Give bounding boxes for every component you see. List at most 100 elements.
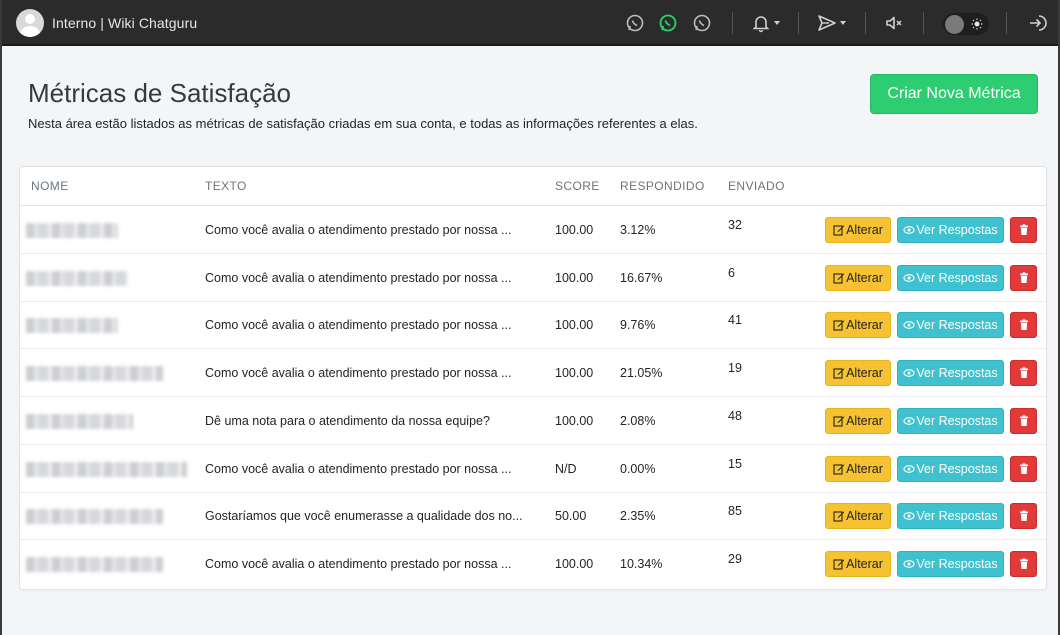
metric-name-redacted [26, 461, 187, 477]
edit-button[interactable]: Alterar [825, 264, 891, 291]
sun-icon [971, 18, 983, 30]
view-responses-button[interactable]: Ver Respostas [897, 455, 1004, 482]
delete-button[interactable] [1010, 217, 1037, 243]
edit-button[interactable]: Alterar [825, 312, 891, 339]
table-row: Dê uma nota para o atendimento da nossa … [20, 397, 1046, 445]
metrics-table: NOME TEXTO SCORE RESPONDIDO ENVIADO Como… [19, 166, 1047, 590]
whatsapp-icon[interactable] [625, 13, 645, 33]
metric-sent: 41 [728, 313, 742, 328]
edit-button-label: Alterar [846, 270, 883, 285]
metric-score: N/D [555, 461, 577, 476]
eye-icon [903, 369, 915, 377]
column-header-respondido[interactable]: RESPONDIDO [620, 179, 705, 193]
view-responses-button[interactable]: Ver Respostas [897, 503, 1004, 530]
eye-icon [903, 321, 915, 330]
metric-name-redacted [26, 509, 163, 525]
view-responses-label: Ver Respostas [916, 509, 998, 524]
column-header-texto[interactable]: TEXTO [205, 179, 247, 193]
delete-button[interactable] [1010, 550, 1037, 577]
metric-responded: 2.08% [620, 413, 656, 428]
edit-button-label: Alterar [846, 556, 883, 571]
eye-icon [903, 464, 915, 473]
mute-icon[interactable] [884, 13, 904, 33]
view-responses-label: Ver Respostas [916, 318, 998, 333]
table-header: NOME TEXTO SCORE RESPONDIDO ENVIADO [20, 167, 1046, 206]
metric-responded: 9.76% [620, 318, 656, 333]
metric-score: 100.00 [555, 366, 594, 381]
edit-icon [833, 273, 845, 284]
theme-toggle[interactable] [943, 13, 989, 35]
delete-button[interactable] [1010, 264, 1037, 291]
view-responses-button[interactable]: Ver Respostas [897, 550, 1004, 577]
column-header-score[interactable]: SCORE [555, 179, 600, 193]
view-responses-label: Ver Respostas [916, 270, 998, 285]
metric-score: 100.00 [555, 318, 594, 333]
edit-icon [833, 559, 845, 570]
edit-button-label: Alterar [846, 461, 883, 476]
metric-responded: 0.00% [620, 461, 656, 476]
trash-icon [1019, 319, 1028, 331]
edit-button[interactable]: Alterar [825, 503, 891, 530]
metric-responded: 2.35% [620, 509, 656, 524]
delete-button[interactable] [1010, 407, 1037, 434]
delete-button[interactable] [1010, 360, 1037, 387]
view-responses-button[interactable]: Ver Respostas [897, 312, 1004, 339]
edit-button[interactable]: Alterar [825, 455, 891, 482]
page-subtitle: Nesta área estão listados as métricas de… [28, 116, 698, 131]
metric-score: 50.00 [555, 509, 587, 524]
metric-responded: 16.67% [620, 270, 663, 285]
chevron-down-icon[interactable] [840, 21, 846, 25]
metric-score: 100.00 [555, 556, 594, 571]
view-responses-button[interactable]: Ver Respostas [897, 264, 1004, 291]
metric-name-redacted [26, 413, 133, 429]
view-responses-label: Ver Respostas [916, 223, 998, 237]
edit-button-label: Alterar [846, 318, 883, 333]
eye-icon [903, 512, 915, 521]
create-metric-button[interactable]: Criar Nova Métrica [870, 74, 1038, 114]
metric-name-redacted [26, 318, 118, 334]
send-icon[interactable] [817, 13, 837, 33]
metric-text: Como você avalia o atendimento prestado … [205, 318, 512, 333]
delete-button[interactable] [1010, 455, 1037, 482]
table-row: Como você avalia o atendimento prestado … [20, 540, 1046, 588]
app-title: Interno | Wiki Chatguru [52, 15, 198, 31]
view-responses-label: Ver Respostas [916, 413, 998, 428]
metric-name-redacted [26, 223, 118, 238]
whatsapp-active-icon[interactable] [658, 13, 678, 33]
metric-sent: 19 [728, 361, 742, 376]
view-responses-button[interactable]: Ver Respostas [897, 360, 1004, 387]
view-responses-button[interactable]: Ver Respostas [897, 217, 1004, 243]
edit-button-label: Alterar [846, 509, 883, 524]
divider [865, 12, 866, 34]
divider [1006, 12, 1007, 34]
edit-button[interactable]: Alterar [825, 550, 891, 577]
column-header-enviado[interactable]: ENVIADO [728, 179, 785, 193]
metric-sent: 15 [728, 456, 742, 471]
metric-name-redacted [26, 556, 163, 572]
metric-text: Como você avalia o atendimento prestado … [205, 556, 512, 571]
view-responses-button[interactable]: Ver Respostas [897, 407, 1004, 434]
metric-sent: 48 [728, 408, 742, 423]
whatsapp-icon-alt[interactable] [692, 13, 712, 33]
view-responses-label: Ver Respostas [916, 556, 998, 571]
delete-button[interactable] [1010, 503, 1037, 530]
edit-button[interactable]: Alterar [825, 217, 891, 243]
chevron-down-icon[interactable] [774, 21, 780, 25]
bell-icon[interactable] [751, 13, 771, 33]
divider [923, 12, 924, 34]
metric-sent: 29 [728, 551, 742, 566]
column-header-nome[interactable]: NOME [31, 179, 69, 193]
avatar[interactable] [16, 9, 44, 37]
metric-responded: 21.05% [620, 366, 663, 381]
edit-icon [833, 225, 845, 236]
logout-icon[interactable] [1027, 13, 1047, 33]
table-row: Como você avalia o atendimento prestado … [20, 349, 1046, 398]
divider [798, 12, 799, 34]
table-row: Como você avalia o atendimento prestado … [20, 445, 1046, 493]
view-responses-label: Ver Respostas [916, 366, 998, 381]
edit-icon [833, 463, 845, 475]
delete-button[interactable] [1010, 312, 1037, 339]
edit-button[interactable]: Alterar [825, 407, 891, 434]
trash-icon [1019, 558, 1028, 569]
edit-button[interactable]: Alterar [825, 360, 891, 387]
